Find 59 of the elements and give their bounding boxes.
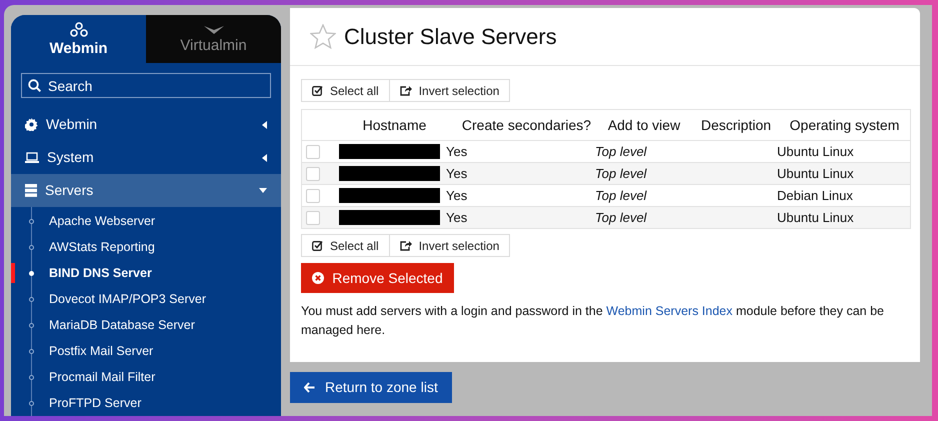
checkbox-icon xyxy=(312,240,323,251)
sidebar-menu-item[interactable]: Webmin xyxy=(11,108,281,141)
star-icon[interactable] xyxy=(310,24,336,49)
table-cell: Yes xyxy=(446,144,468,159)
submenu-item[interactable]: BIND DNS Server xyxy=(11,260,281,286)
column-header: Add to view xyxy=(606,116,682,134)
arrow-left-icon xyxy=(304,382,315,393)
sidebar-menu-item[interactable]: System xyxy=(11,141,281,174)
table-cell: Yes xyxy=(446,166,468,181)
toolbar-button[interactable]: Select all xyxy=(301,234,390,257)
table-cell: Yes xyxy=(446,188,468,203)
share-icon xyxy=(400,240,412,251)
logo-icon xyxy=(70,22,88,38)
submenu-item[interactable]: ProFTPD Server xyxy=(11,390,281,416)
server-icon xyxy=(25,184,37,197)
module-link[interactable]: Webmin Servers Index xyxy=(606,304,732,318)
submenu-item[interactable]: Postfix Mail Server xyxy=(11,338,281,364)
table-cell: Top level xyxy=(595,166,647,181)
laptop-icon xyxy=(25,152,39,163)
submenu-item[interactable]: AWStats Reporting xyxy=(11,234,281,260)
toolbar-button[interactable]: Select all xyxy=(301,79,390,102)
remove-button[interactable]: Remove Selected xyxy=(301,263,454,293)
row-checkbox[interactable] xyxy=(306,144,320,158)
table-cell: Ubuntu Linux xyxy=(777,144,854,159)
share-icon xyxy=(400,85,412,96)
gear-icon xyxy=(25,118,38,131)
sidebar-tab[interactable]: Virtualmin xyxy=(146,15,281,63)
checkbox-icon xyxy=(312,85,323,96)
table-cell: Debian Linux xyxy=(777,188,853,203)
caret-icon xyxy=(259,188,267,193)
help-text: You must add servers with a login and password in the Webmin Servers Index module before they can be managed here. xyxy=(301,303,885,339)
return-button[interactable]: Return to zone list xyxy=(290,372,452,403)
column-header: Operating system xyxy=(788,116,900,135)
sidebar-menu-item[interactable]: Servers xyxy=(11,174,281,207)
submenu-item[interactable]: Apache Webserver xyxy=(11,208,281,234)
table-cell: Ubuntu Linux xyxy=(777,166,854,181)
column-header: Hostname xyxy=(362,116,428,134)
table-cell: Ubuntu Linux xyxy=(777,210,854,225)
row-checkbox[interactable] xyxy=(306,210,320,224)
table-cell: Top level xyxy=(595,210,647,225)
submenu-item[interactable]: Dovecot IMAP/POP3 Server xyxy=(11,286,281,312)
toolbar-button[interactable]: Invert selection xyxy=(390,79,510,102)
toolbar-button[interactable]: Invert selection xyxy=(390,234,510,257)
column-header: Description xyxy=(700,116,772,135)
close-icon xyxy=(312,272,324,284)
search-field[interactable]: Search xyxy=(21,73,271,98)
submenu-item[interactable]: Procmail Mail Filter xyxy=(11,364,281,390)
chevron-icon xyxy=(204,26,224,34)
search-icon xyxy=(28,79,41,92)
row-checkbox[interactable] xyxy=(306,188,320,202)
table-cell: Top level xyxy=(595,188,647,203)
submenu-item[interactable]: MariaDB Database Server xyxy=(11,312,281,338)
column-header: Create secondaries? xyxy=(460,116,592,134)
table-cell: Top level xyxy=(595,144,647,159)
table-cell: Yes xyxy=(446,210,468,225)
caret-icon xyxy=(262,120,267,128)
page-title: Cluster Slave Servers xyxy=(344,23,557,51)
row-checkbox[interactable] xyxy=(306,166,320,180)
caret-icon xyxy=(262,154,267,162)
